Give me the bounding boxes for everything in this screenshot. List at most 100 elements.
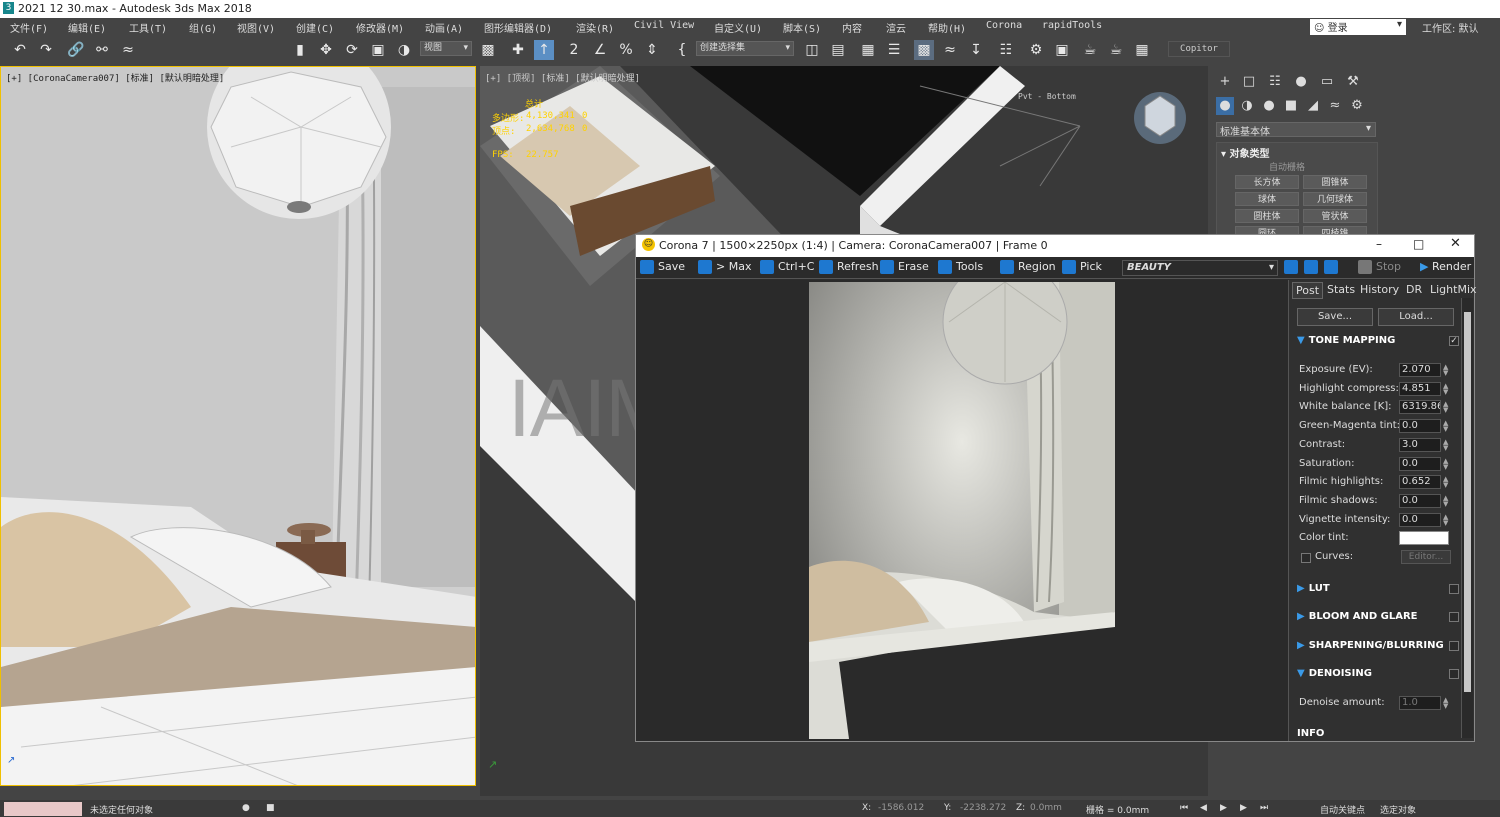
- denoise-amount-spinner[interactable]: ▲ ▼: [1443, 697, 1448, 710]
- menu-modifiers[interactable]: 修改器(M): [356, 20, 404, 35]
- save-button[interactable]: Save: [640, 260, 685, 276]
- curves-checkbox[interactable]: [1301, 553, 1311, 563]
- rendered-frame-icon[interactable]: ▣: [1052, 40, 1072, 60]
- tube-button[interactable]: 管状体: [1303, 209, 1367, 223]
- channel-dropdown[interactable]: BEAUTY ▾: [1122, 260, 1278, 276]
- white-balance-spinner[interactable]: ▲ ▼: [1443, 401, 1448, 414]
- menu-graph-editors[interactable]: 图形编辑器(D): [484, 20, 552, 35]
- cylinder-button[interactable]: 圆柱体: [1235, 209, 1299, 223]
- undo-icon[interactable]: ↶: [10, 40, 30, 60]
- erase-button[interactable]: Erase: [880, 260, 929, 276]
- exposure-spinner[interactable]: ▲ ▼: [1443, 364, 1448, 377]
- box-button[interactable]: 长方体: [1235, 175, 1299, 189]
- render-production-icon[interactable]: ☕: [1080, 40, 1100, 60]
- render-setup-icon[interactable]: ⚙: [1026, 40, 1046, 60]
- tone-mapping-header[interactable]: ▼ TONE MAPPING: [1297, 335, 1395, 346]
- highlight-compress-input[interactable]: 4.851: [1399, 382, 1441, 396]
- snap-toggle-icon[interactable]: 2: [564, 40, 584, 60]
- rollout-title[interactable]: ▾ 对象类型: [1221, 145, 1270, 160]
- spinner-snap-icon[interactable]: ⇕: [642, 40, 662, 60]
- menu-rapidtools[interactable]: rapidTools: [1042, 20, 1102, 31]
- curve-editor-icon[interactable]: ≈: [940, 40, 960, 60]
- refresh-button[interactable]: Refresh: [819, 260, 879, 276]
- pick-button[interactable]: Pick: [1062, 260, 1102, 276]
- tools-button[interactable]: Tools: [938, 260, 983, 276]
- scrollbar-thumb[interactable]: [1464, 312, 1471, 692]
- zoom-in-icon[interactable]: [1284, 260, 1302, 276]
- material-editor-icon[interactable]: ☷: [996, 40, 1016, 60]
- pivot-icon[interactable]: ▩: [478, 40, 498, 60]
- menu-group[interactable]: 组(G): [189, 20, 217, 35]
- keyboard-shortcut-override-icon[interactable]: ↑: [534, 40, 554, 60]
- lut-header[interactable]: ▶ LUT: [1297, 583, 1330, 594]
- reference-coord-dropdown[interactable]: 视图 ▾: [420, 41, 472, 56]
- color-tint-swatch[interactable]: [1399, 531, 1449, 545]
- curves-editor-button[interactable]: Editor...: [1401, 550, 1451, 564]
- helpers-icon[interactable]: ◢: [1304, 97, 1322, 115]
- saturation-input[interactable]: 0.0: [1399, 457, 1441, 471]
- autogrid-checkbox[interactable]: 自动栅格: [1269, 160, 1305, 173]
- green-magenta-spinner[interactable]: ▲ ▼: [1443, 420, 1448, 433]
- x-value[interactable]: -1586.012: [878, 803, 924, 813]
- goto-start-icon[interactable]: ⏮: [1180, 803, 1188, 813]
- geometry-icon[interactable]: ●: [1216, 97, 1234, 115]
- render-iterative-icon[interactable]: ☕: [1106, 40, 1126, 60]
- menu-tools[interactable]: 工具(T): [129, 20, 167, 35]
- edit-named-selection-icon[interactable]: {: [672, 40, 692, 60]
- login-dropdown[interactable]: ☺ 登录 ▾: [1310, 19, 1406, 35]
- select-manipulate-icon[interactable]: ✚: [508, 40, 528, 60]
- denoising-checkbox[interactable]: [1449, 669, 1459, 679]
- mirror-icon[interactable]: ◫: [802, 40, 822, 60]
- bloom-glare-checkbox[interactable]: [1449, 612, 1459, 622]
- workspace-selector[interactable]: 工作区: 默认: [1422, 20, 1479, 35]
- menu-renyun[interactable]: 渲云: [886, 20, 906, 35]
- menu-create[interactable]: 创建(C): [296, 20, 334, 35]
- tone-mapping-checkbox[interactable]: ✓: [1449, 336, 1459, 346]
- cameras-icon[interactable]: ■: [1282, 97, 1300, 115]
- sphere-button[interactable]: 球体: [1235, 192, 1299, 206]
- auto-key-button[interactable]: 自动关键点: [1320, 803, 1365, 816]
- filmic-highlights-spinner[interactable]: ▲ ▼: [1443, 476, 1448, 489]
- vignette-input[interactable]: 0.0: [1399, 513, 1441, 527]
- shapes-icon[interactable]: ◑: [1238, 97, 1256, 115]
- stop-button[interactable]: Stop: [1358, 260, 1401, 276]
- next-frame-icon[interactable]: ▶: [1240, 803, 1247, 813]
- rotate-icon[interactable]: ⟳: [342, 40, 362, 60]
- denoising-header[interactable]: ▼ DENOISING: [1297, 668, 1372, 679]
- panel-scrollbar[interactable]: [1461, 298, 1473, 738]
- maximize-icon[interactable]: □: [1413, 237, 1424, 251]
- play-icon[interactable]: ▶: [1220, 803, 1227, 813]
- viewport-label[interactable]: [+] [顶视] [标准] [默认明暗处理]: [485, 71, 640, 84]
- link-icon[interactable]: 🔗: [66, 40, 86, 60]
- highlight-compress-spinner[interactable]: ▲ ▼: [1443, 383, 1448, 396]
- spacewarps-icon[interactable]: ≈: [1326, 97, 1344, 115]
- minimize-icon[interactable]: –: [1376, 237, 1382, 251]
- exposure-input[interactable]: 2.070: [1399, 363, 1441, 377]
- cone-button[interactable]: 圆锥体: [1303, 175, 1367, 189]
- bloom-glare-header[interactable]: ▶ BLOOM AND GLARE: [1297, 611, 1418, 622]
- zoom-fit-icon[interactable]: [1324, 260, 1342, 276]
- tab-dr[interactable]: DR: [1403, 282, 1425, 297]
- tab-history[interactable]: History: [1357, 282, 1402, 297]
- tab-stats[interactable]: Stats: [1324, 282, 1358, 297]
- selection-filter-icon[interactable]: ▮: [290, 40, 310, 60]
- contrast-input[interactable]: 3.0: [1399, 438, 1441, 452]
- contrast-spinner[interactable]: ▲ ▼: [1443, 439, 1448, 452]
- menu-help[interactable]: 帮助(H): [928, 20, 966, 35]
- green-magenta-input[interactable]: 0.0: [1399, 419, 1441, 433]
- filmic-highlights-input[interactable]: 0.652: [1399, 475, 1441, 489]
- info-header[interactable]: INFO: [1297, 728, 1324, 739]
- layer-explorer-icon[interactable]: ☰: [884, 40, 904, 60]
- filmic-shadows-spinner[interactable]: ▲ ▼: [1443, 495, 1448, 508]
- display-panel-icon[interactable]: ▭: [1318, 73, 1336, 91]
- maxscript-listener[interactable]: [4, 802, 82, 816]
- sharpening-checkbox[interactable]: [1449, 641, 1459, 651]
- unlink-icon[interactable]: ⚯: [92, 40, 112, 60]
- menu-animation[interactable]: 动画(A): [425, 20, 463, 35]
- scene-explorer-icon[interactable]: ▦: [858, 40, 878, 60]
- menu-content[interactable]: 内容: [842, 20, 862, 35]
- named-selection-dropdown[interactable]: 创建选择集 ▾: [696, 41, 794, 56]
- category-dropdown[interactable]: 标准基本体 ▾: [1216, 122, 1376, 138]
- menu-corona[interactable]: Corona: [986, 20, 1022, 31]
- geosphere-button[interactable]: 几何球体: [1303, 192, 1367, 206]
